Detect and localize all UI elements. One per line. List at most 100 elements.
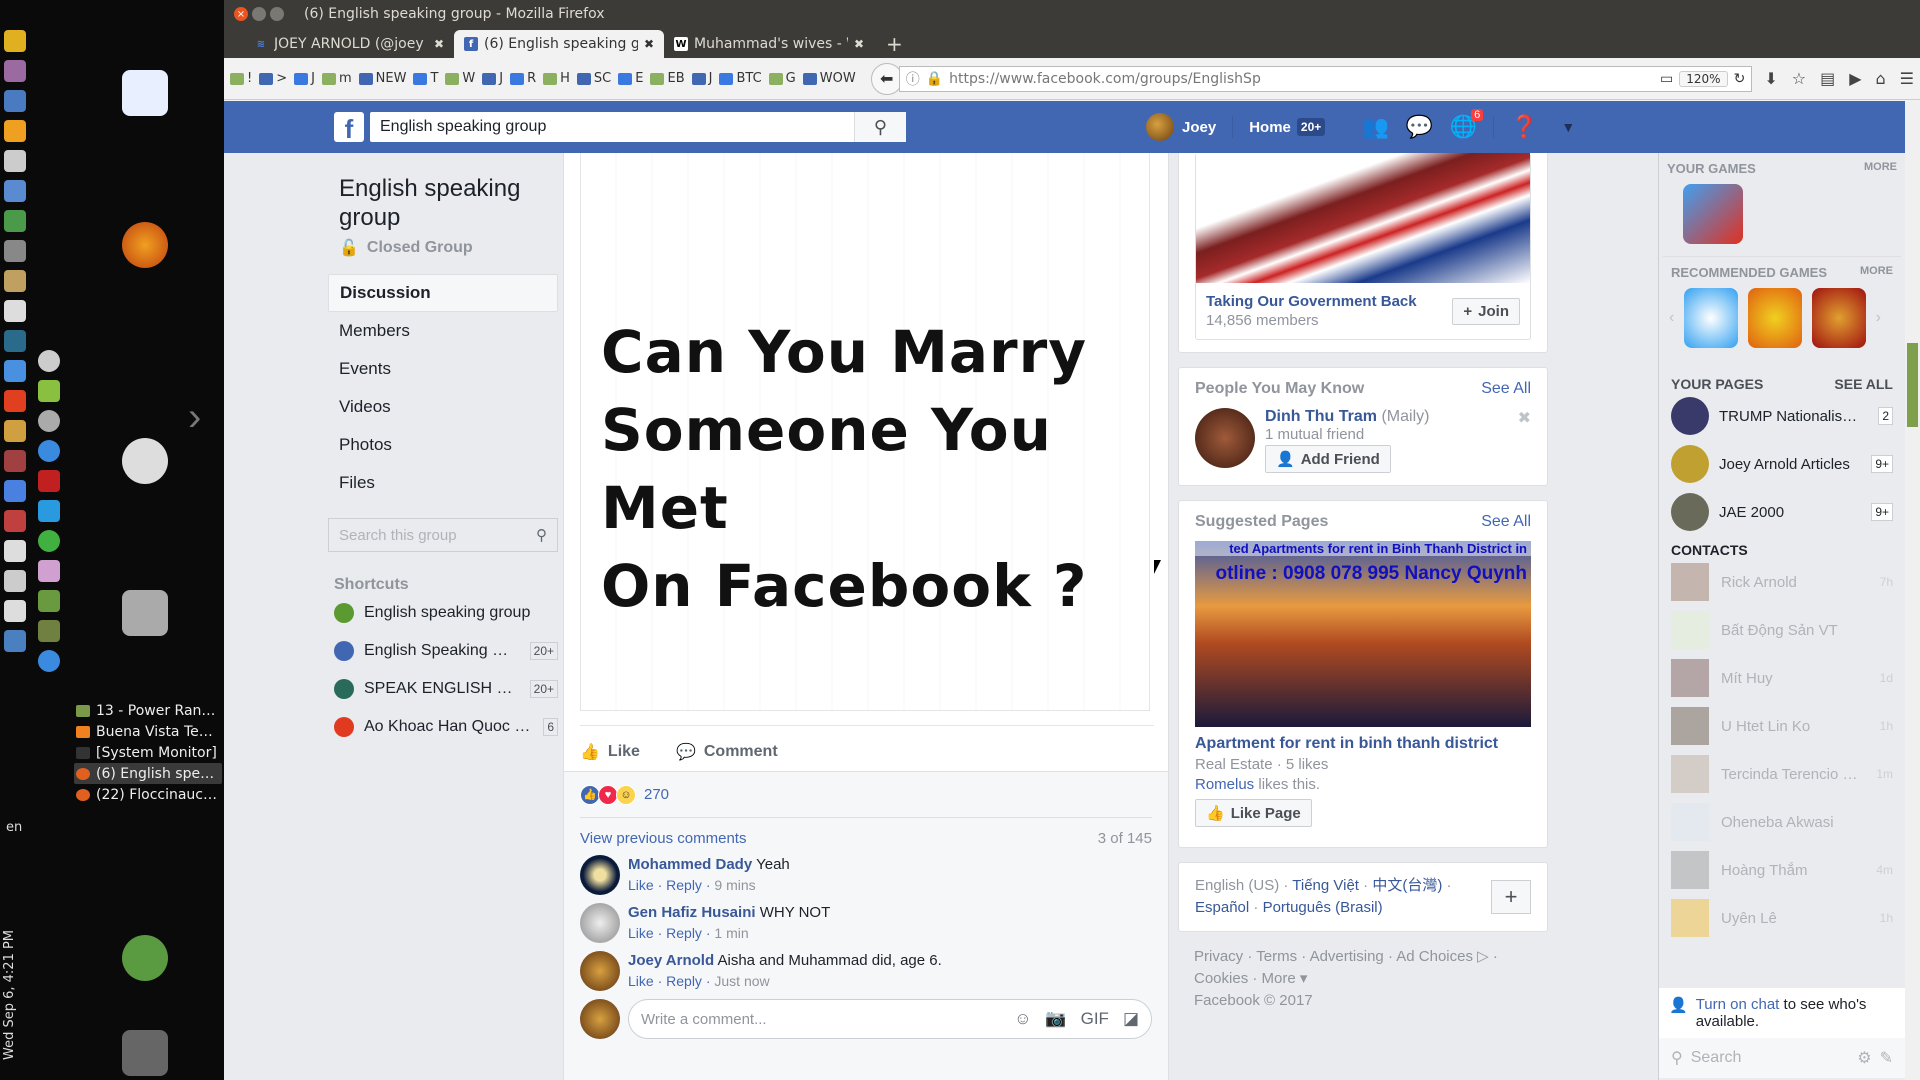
window-list-item[interactable]: (6) English spe… [74, 763, 222, 784]
bookmark-item[interactable]: ! [230, 71, 252, 86]
liker-link[interactable]: Romelus [1195, 776, 1254, 793]
bookmark-item[interactable]: H [543, 71, 570, 86]
group-nav-events[interactable]: Events [328, 350, 558, 388]
app-icon[interactable] [4, 390, 26, 412]
notifications-globe-icon[interactable]: 🌐 6 [1449, 109, 1484, 141]
atom-icon[interactable] [38, 440, 60, 462]
app-icon[interactable] [4, 30, 26, 52]
app-icon[interactable] [4, 120, 26, 142]
footer-links-2[interactable]: Cookies · More ▾ [1194, 968, 1532, 990]
avatar[interactable] [580, 951, 620, 991]
chevron-left-icon[interactable]: ‹ [1669, 309, 1674, 327]
app-icon[interactable] [38, 500, 60, 522]
language-link[interactable]: 中文(台灣) [1372, 877, 1442, 894]
app-icon[interactable] [4, 150, 26, 172]
close-tab-icon[interactable]: ✖ [854, 37, 864, 51]
post-image[interactable]: Can You Marry Someone You Met On Faceboo… [580, 153, 1150, 711]
bookmark-item[interactable]: BTC [719, 71, 762, 86]
app-icon[interactable] [4, 420, 26, 442]
group-cover-image[interactable] [1196, 153, 1530, 283]
person-name[interactable]: Dinh Thu Tram (Maily) [1265, 408, 1508, 426]
shortcut-item[interactable]: English Speaking … 20+ [328, 632, 558, 670]
maximize-window-button[interactable] [270, 7, 284, 21]
like-button[interactable]: 👍 Like [580, 742, 640, 762]
window-list-item[interactable]: [System Monitor] [74, 742, 222, 763]
bookmark-item[interactable]: G [768, 71, 796, 86]
app-icon[interactable] [4, 60, 26, 82]
bookmark-item[interactable]: E [618, 71, 643, 86]
app-icon[interactable] [4, 180, 26, 202]
reactions-summary[interactable]: 👍 ♥ ☺ 270 [580, 772, 1152, 818]
sticker-icon[interactable]: ◪ [1123, 1009, 1139, 1029]
bookmark-item[interactable]: SC [576, 71, 611, 86]
tab-facebook[interactable]: f (6) English speaking gr ✖ [454, 30, 664, 58]
group-nav-photos[interactable]: Photos [328, 426, 558, 464]
firefox-icon[interactable] [122, 222, 168, 268]
add-friend-button[interactable]: 👤 Add Friend [1265, 445, 1391, 473]
comment-reply-link[interactable]: Reply [666, 973, 702, 989]
comment-like-link[interactable]: Like [628, 973, 654, 989]
user-switch-icon[interactable] [122, 935, 168, 981]
app-icon[interactable] [4, 630, 26, 652]
footer-links[interactable]: Privacy · Terms · Advertising · Ad Choic… [1194, 946, 1532, 968]
info-icon[interactable]: ⓘ [906, 69, 920, 89]
gear-icon[interactable]: ⚙ [1857, 1048, 1871, 1068]
group-name[interactable]: English speaking group [328, 174, 558, 232]
comment-time[interactable]: 1 min [714, 925, 748, 941]
avatar[interactable] [1146, 113, 1174, 141]
avatar[interactable] [580, 855, 620, 895]
zoom-level[interactable]: 120% [1679, 70, 1728, 87]
help-icon[interactable]: ❓ [1510, 113, 1538, 141]
profile-link[interactable]: Joey [1182, 119, 1216, 136]
page-name-link[interactable]: Apartment for rent in binh thanh distric… [1195, 735, 1531, 753]
group-search-input[interactable]: Search this group ⚲ [328, 518, 558, 552]
gif-icon[interactable]: GIF [1081, 1009, 1109, 1029]
app-icon[interactable] [38, 350, 60, 372]
page-item[interactable]: Joey Arnold Articles 9+ [1659, 440, 1905, 488]
contact-item[interactable]: Tercinda Terencio M… 1m [1659, 750, 1905, 798]
bookmark-item[interactable]: J [294, 71, 315, 86]
home-icon[interactable]: ⌂ [1876, 69, 1886, 88]
bookmark-item[interactable]: NEW [358, 71, 406, 86]
contact-item[interactable]: Rick Arnold 7h [1659, 558, 1905, 606]
close-window-button[interactable]: × [234, 7, 248, 21]
see-all-link[interactable]: See All [1481, 513, 1531, 531]
comment-author[interactable]: Joey Arnold [628, 952, 714, 969]
comment-like-link[interactable]: Like [628, 877, 654, 893]
chat-search-input[interactable]: ⚲ Search ⚙ ✎ [1659, 1038, 1905, 1078]
more-link[interactable]: MORE [1864, 161, 1897, 176]
window-list-item[interactable]: 13 - Power Ran… [74, 700, 222, 721]
comment-button[interactable]: 💬 Comment [676, 742, 778, 762]
app-icon[interactable] [4, 480, 26, 502]
language-link[interactable]: Tiếng Việt [1292, 877, 1359, 894]
reader-view-icon[interactable]: ▭ [1660, 71, 1673, 87]
app-icon[interactable] [4, 450, 26, 472]
comment-time[interactable]: Just now [714, 973, 769, 989]
language-link[interactable]: Português (Brasil) [1263, 899, 1383, 916]
window-list-item[interactable]: (22) Floccinauc… [74, 784, 222, 805]
mutual-friends[interactable]: 1 mutual friend [1265, 426, 1508, 443]
avatar[interactable] [580, 903, 620, 943]
launcher-expand-chevron-icon[interactable]: › [188, 395, 201, 440]
bookmark-item[interactable]: W [445, 71, 475, 86]
trash-icon[interactable] [122, 1030, 168, 1076]
bookmark-item[interactable]: T [413, 71, 438, 86]
more-languages-button[interactable]: + [1491, 880, 1531, 914]
app-icon[interactable] [4, 300, 26, 322]
app-icon[interactable] [38, 620, 60, 642]
bookmark-item[interactable]: > [259, 71, 287, 86]
app-icon[interactable] [4, 240, 26, 262]
home-link[interactable]: Home [1249, 119, 1291, 136]
bookmark-item[interactable]: R [510, 71, 536, 86]
see-all-link[interactable]: See All [1481, 380, 1531, 398]
group-nav-discussion[interactable]: Discussion [328, 274, 558, 312]
more-link[interactable]: MORE [1860, 265, 1893, 280]
turn-on-chat-link[interactable]: Turn on chat [1696, 996, 1780, 1013]
bookmark-item[interactable]: J [482, 71, 503, 86]
reload-icon[interactable]: ↻ [1734, 71, 1746, 87]
camera-icon[interactable]: 📷 [1045, 1009, 1066, 1029]
account-menu-chevron-down-icon[interactable]: ▼ [1554, 113, 1582, 141]
candy-crush-game-icon[interactable] [1683, 184, 1743, 244]
filezilla-icon[interactable] [38, 470, 60, 492]
library-icon[interactable]: ▤ [1820, 69, 1835, 88]
